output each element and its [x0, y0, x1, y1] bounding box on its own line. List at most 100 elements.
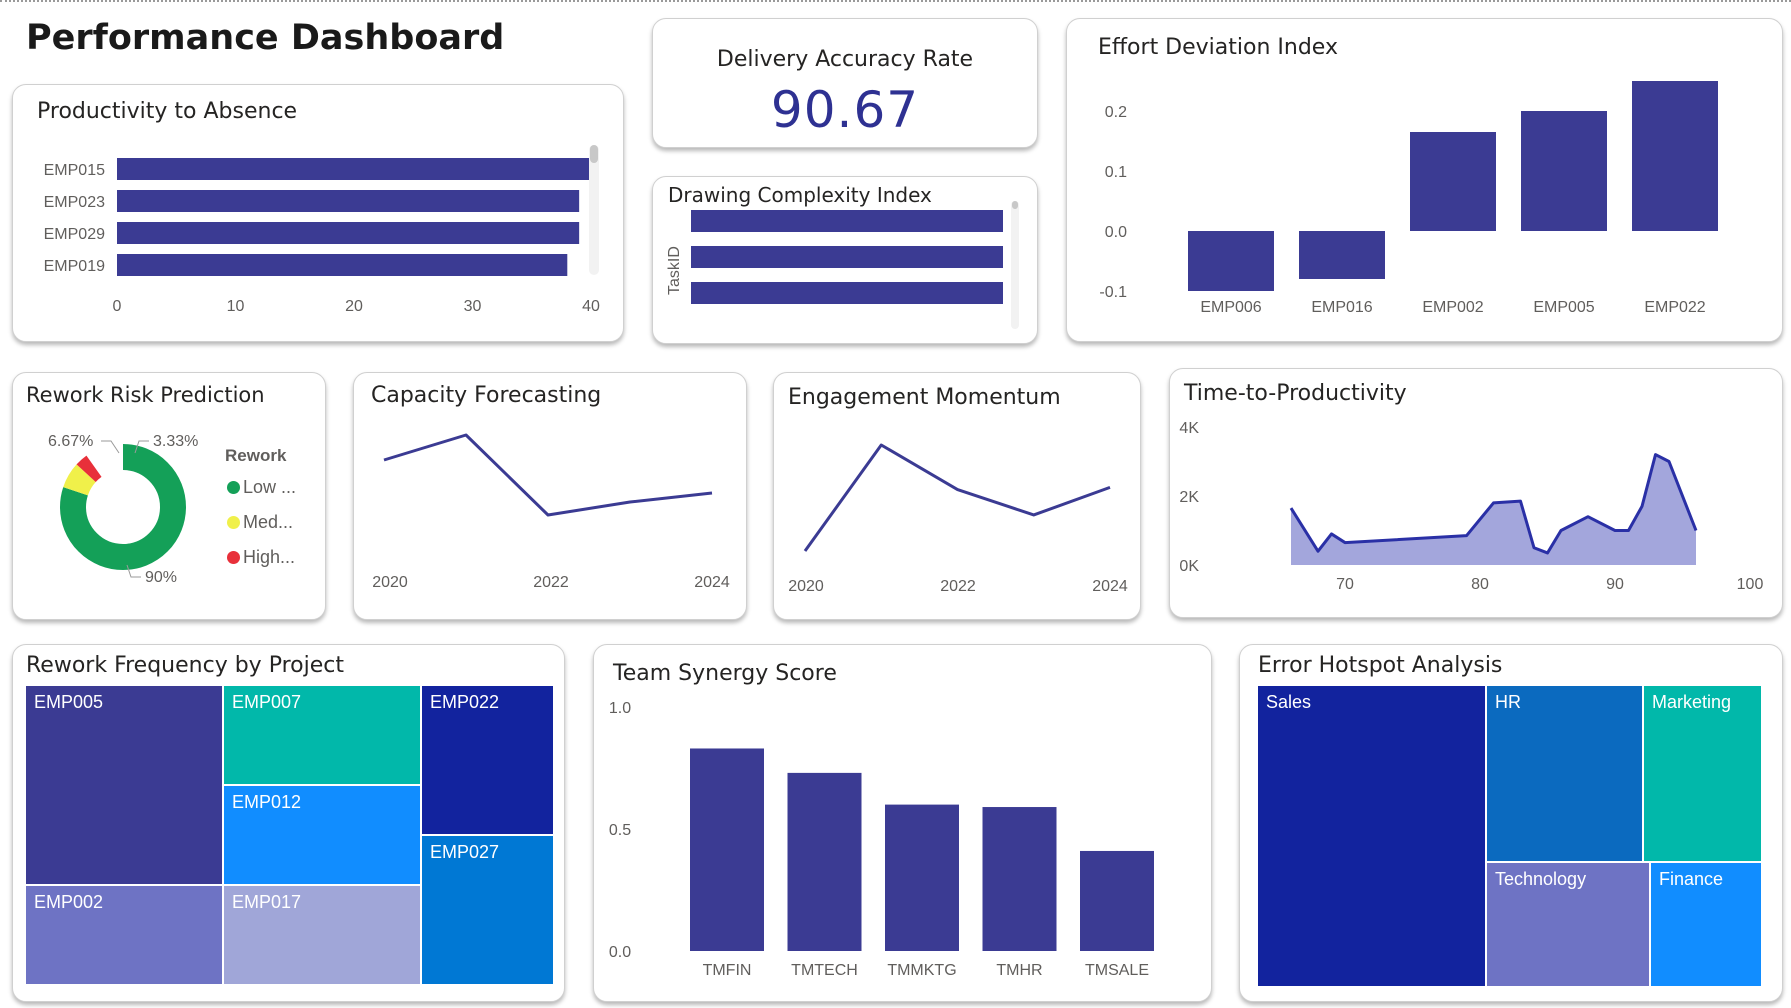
x-tick-label: TMFIN	[703, 962, 752, 979]
x-tick-label: 90	[1606, 576, 1624, 593]
tile-label: EMP002	[34, 892, 104, 912]
tile-label: HR	[1495, 692, 1521, 712]
team-synergy-chart: 1.0 0.5 0.0 TMFIN TMTECH TMMKTG TMHR TMSALE	[609, 700, 1154, 979]
legend-label: Low ...	[243, 477, 297, 497]
treemap-tile[interactable]: EMP017	[223, 885, 421, 985]
bar	[1299, 231, 1385, 279]
x-tick-label: 0	[113, 298, 122, 315]
tile-label: EMP012	[232, 792, 302, 812]
category-label: EMP019	[44, 258, 105, 275]
rework-risk-card[interactable]: Rework Risk Prediction 6.67% 3.33% 90% Rew…	[12, 372, 326, 620]
treemap-tile[interactable]: EMP007	[223, 685, 421, 785]
top-dotted-border	[0, 0, 1791, 2]
scrollbar-track	[589, 145, 599, 275]
tile-label: Technology	[1495, 869, 1587, 889]
series-line	[803, 443, 1111, 552]
legend-label: High...	[243, 547, 296, 567]
bar	[691, 282, 1003, 304]
legend-dot-medium	[227, 516, 240, 529]
leader-line	[101, 440, 120, 454]
chart-title: Rework Frequency by Project	[26, 653, 344, 678]
y-tick-label: 1.0	[609, 700, 631, 717]
x-tick-label: 30	[464, 298, 482, 315]
treemap-tile[interactable]: EMP027	[421, 835, 554, 985]
tile-label: EMP022	[430, 692, 500, 712]
bar	[787, 772, 862, 951]
productivity-card[interactable]: Productivity to Absence EMP015 EMP023 EMP0…	[12, 84, 624, 342]
legend-dot-high	[227, 551, 240, 564]
x-tick-label: EMP006	[1200, 299, 1261, 316]
legend-item-low[interactable]: Low ...	[227, 477, 296, 498]
x-tick-label: EMP002	[1422, 299, 1483, 316]
bar	[1080, 850, 1154, 951]
tile-label: EMP005	[34, 692, 104, 712]
treemap-tile[interactable]: Technology	[1486, 862, 1650, 987]
category-label: EMP015	[44, 162, 105, 179]
kpi-value: 90.67	[770, 81, 920, 139]
x-tick-label: TMTECH	[791, 962, 858, 979]
x-tick-label: 2024	[694, 574, 730, 591]
tile-label: EMP017	[232, 892, 302, 912]
x-tick-label: 40	[582, 298, 600, 315]
treemap-tile[interactable]: EMP012	[223, 785, 421, 885]
chart-title: Error Hotspot Analysis	[1258, 653, 1503, 678]
capacity-card[interactable]: Capacity Forecasting 2020 2022 2024	[353, 372, 747, 620]
rework-frequency-card[interactable]: Rework Frequency by Project EMP005 EMP00…	[12, 644, 565, 1002]
effort-deviation-card[interactable]: Effort Deviation Index 0.2 0.1 0.0 -0.1 EMP0…	[1066, 18, 1783, 342]
bar	[1188, 231, 1274, 291]
error-hotspot-card[interactable]: Error Hotspot Analysis Sales HR Marketin…	[1239, 644, 1783, 1002]
data-label: 90%	[145, 569, 177, 586]
treemap-tile[interactable]: EMP022	[421, 685, 554, 835]
y-tick-label: 2K	[1179, 489, 1199, 506]
x-tick-label: 10	[227, 298, 245, 315]
x-tick-label: TMMKTG	[887, 962, 956, 979]
data-label: 3.33%	[153, 433, 198, 450]
bar	[1521, 111, 1607, 231]
bar	[117, 222, 580, 244]
tile-label: Finance	[1659, 869, 1724, 889]
y-tick-label: 0.1	[1105, 164, 1127, 181]
treemap-tile[interactable]: EMP002	[25, 885, 223, 985]
drawing-complexity-card[interactable]: Drawing Complexity Index TaskID	[652, 176, 1038, 344]
tile-label: EMP027	[430, 842, 500, 862]
x-tick-label: 2022	[940, 578, 976, 595]
y-tick-label: 0.5	[609, 822, 631, 839]
team-synergy-card[interactable]: Team Synergy Score 1.0 0.5 0.0 TMFIN TMTECH T…	[593, 644, 1212, 1002]
tile-label: EMP007	[232, 692, 302, 712]
bar	[117, 190, 580, 212]
bar	[691, 210, 1003, 232]
bar	[117, 254, 568, 276]
page-title: Performance Dashboard	[26, 18, 505, 58]
x-tick-label: 100	[1737, 576, 1764, 593]
y-tick-label: 0.2	[1105, 104, 1127, 121]
kpi-card[interactable]: Delivery Accuracy Rate 90.67	[652, 18, 1038, 148]
x-tick-label: 2024	[1092, 578, 1128, 595]
category-label: EMP029	[44, 226, 105, 243]
treemap-tile[interactable]: EMP005	[25, 685, 223, 885]
time-to-productivity-card[interactable]: Time-to-Productivity 4K 2K 0K 70 80 90 100	[1169, 368, 1783, 618]
time-to-productivity-chart: 4K 2K 0K 70 80 90 100	[1179, 420, 1764, 593]
bar	[982, 807, 1057, 951]
engagement-chart: 2020 2022 2024	[788, 443, 1128, 595]
x-tick-label: TMHR	[996, 962, 1042, 979]
x-tick-label: 80	[1471, 576, 1489, 593]
x-tick-label: EMP022	[1644, 299, 1705, 316]
treemap-tile[interactable]: Sales	[1257, 685, 1486, 987]
treemap-tile[interactable]: HR	[1486, 685, 1643, 862]
capacity-chart: 2020 2022 2024	[372, 433, 730, 591]
x-tick-label: EMP016	[1311, 299, 1372, 316]
x-tick-label: EMP005	[1533, 299, 1594, 316]
drawing-complexity-chart: TaskID	[666, 201, 1019, 329]
legend-item-high[interactable]: High...	[227, 547, 295, 568]
legend-item-medium[interactable]: Med...	[227, 512, 293, 533]
bar	[117, 158, 591, 180]
treemap-tile[interactable]: Marketing	[1643, 685, 1762, 862]
bar	[690, 748, 764, 951]
tile-label: Sales	[1266, 692, 1312, 712]
x-tick-label: 2022	[533, 574, 569, 591]
engagement-card[interactable]: Engagement Momentum 2020 2022 2024	[773, 372, 1141, 620]
treemap-tile[interactable]: Finance	[1650, 862, 1762, 987]
y-tick-label: 4K	[1179, 420, 1199, 437]
legend-title: Rework	[225, 446, 287, 465]
series-line	[383, 433, 713, 517]
